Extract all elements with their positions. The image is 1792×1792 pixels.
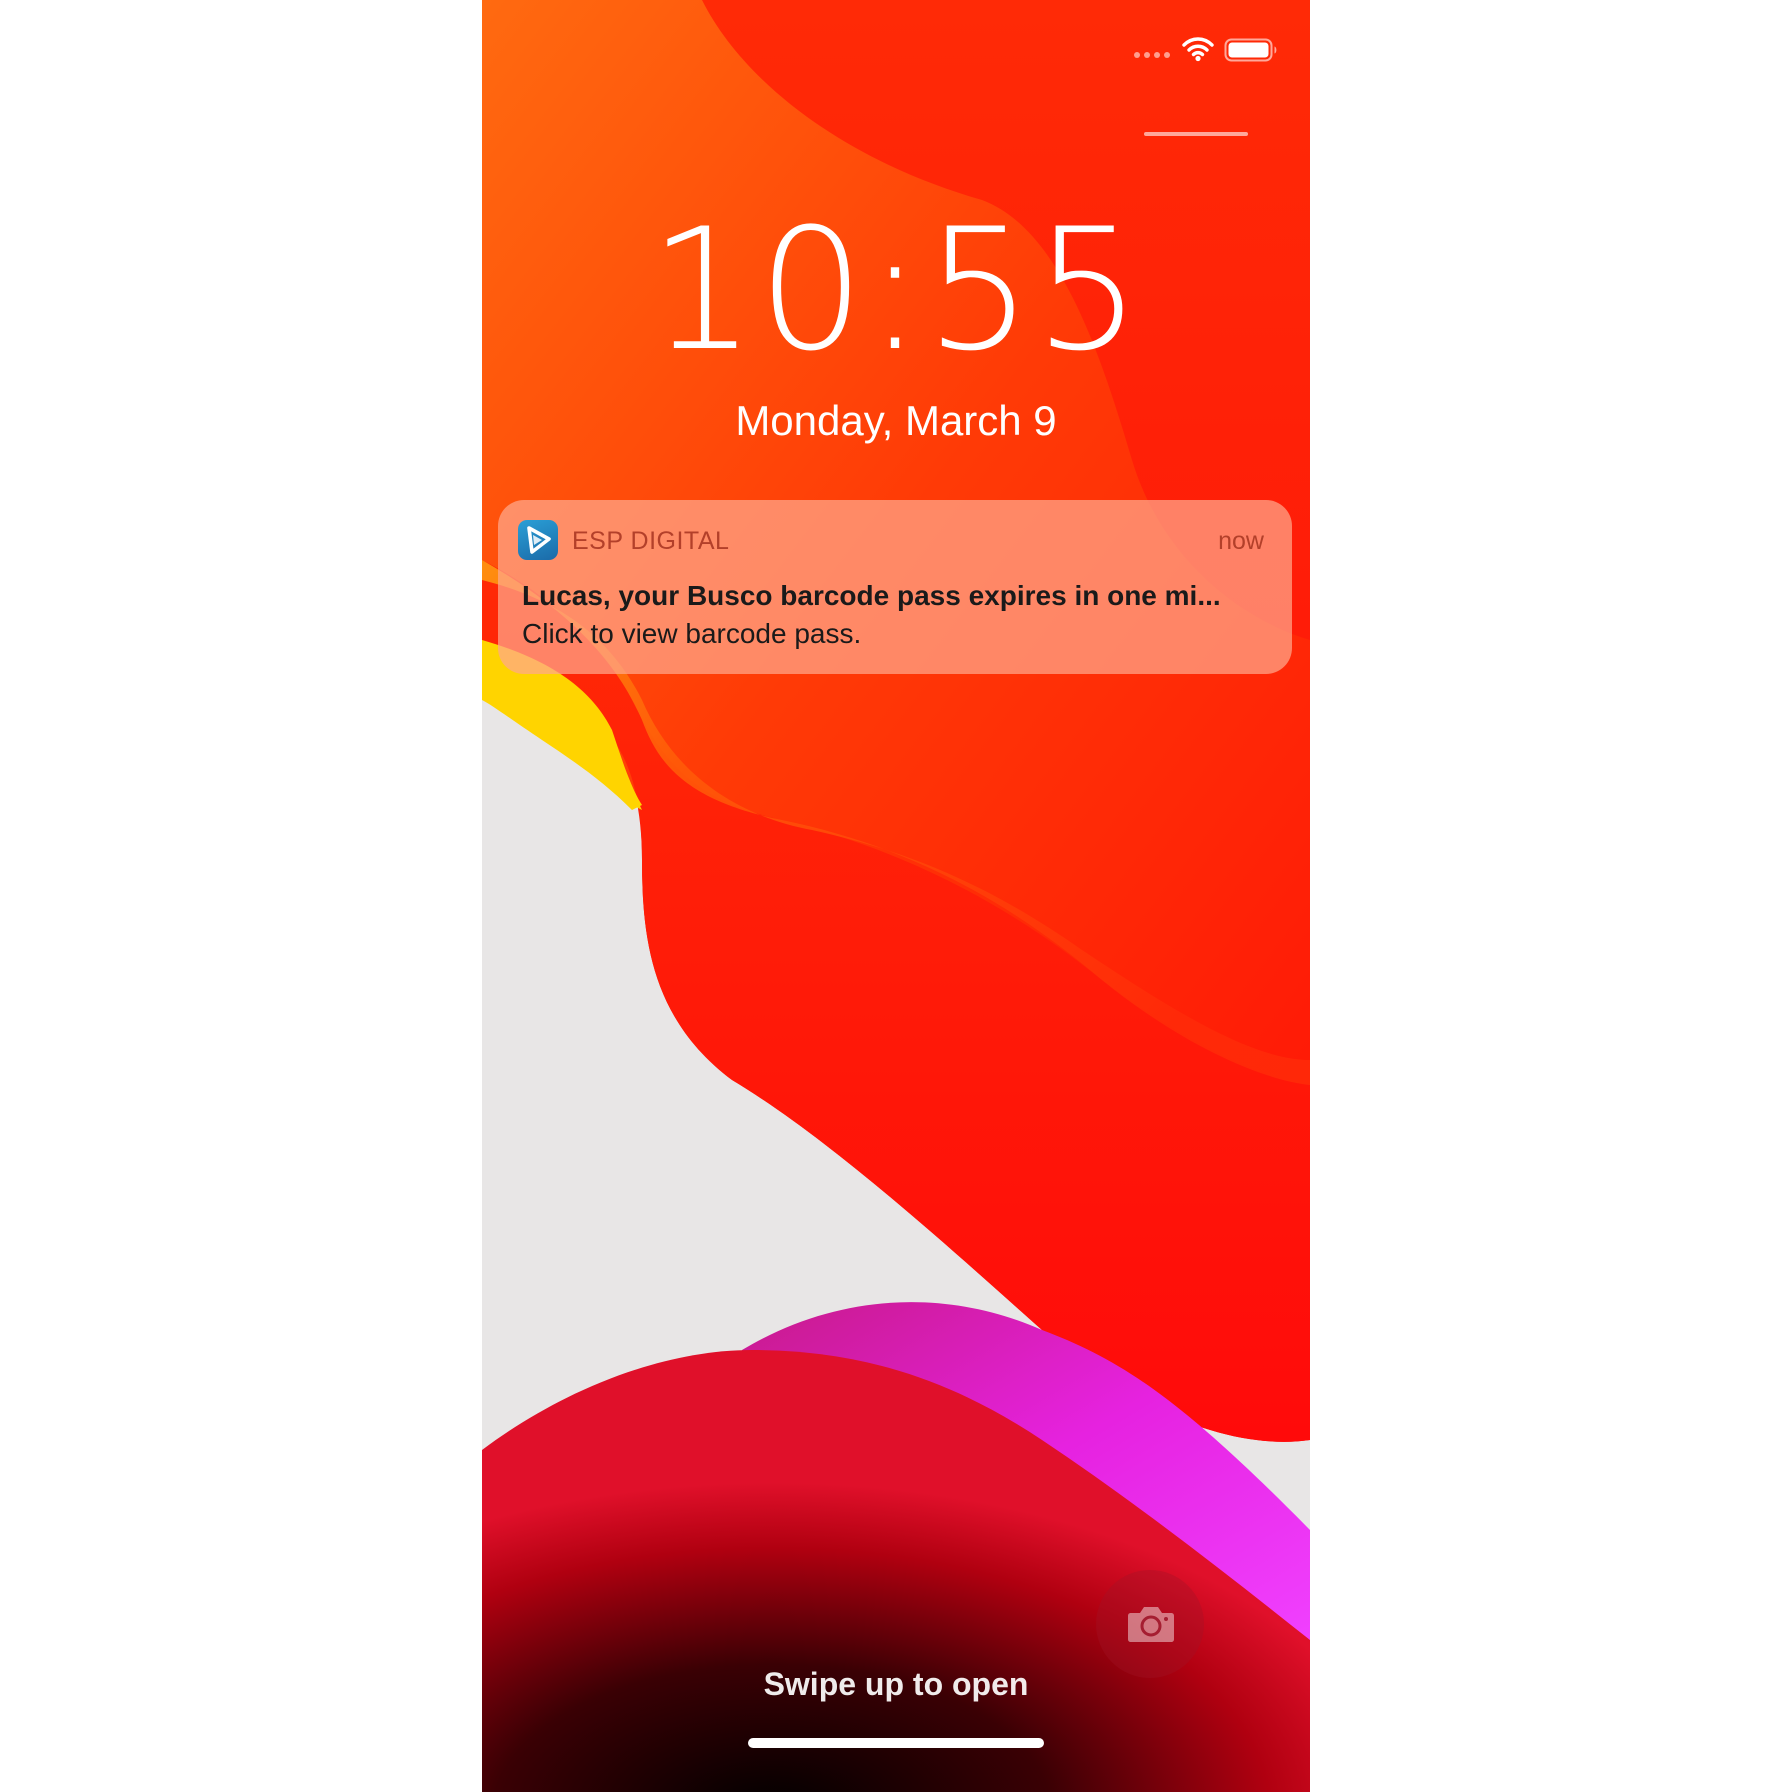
lock-screen-time: 10:55 xyxy=(648,192,1144,388)
lock-screen-date: Monday, March 9 xyxy=(735,397,1057,444)
lock-screen: 10:55 Monday, March 9 ESP DIGITAL now Lu… xyxy=(482,0,1310,1792)
camera-button[interactable] xyxy=(1096,1570,1204,1678)
home-indicator[interactable] xyxy=(748,1738,1044,1748)
swipe-up-label: Swipe up to open xyxy=(763,1666,1029,1702)
notification-body: Click to view barcode pass. xyxy=(522,618,862,649)
signal-dots-icon xyxy=(1134,52,1170,58)
esp-digital-app-icon xyxy=(518,520,558,560)
notification-title: Lucas, your Busco barcode pass expires i… xyxy=(522,580,1221,611)
wifi-icon xyxy=(1182,37,1214,62)
notification-app-name: ESP DIGITAL xyxy=(572,527,730,555)
battery-icon xyxy=(1224,38,1277,62)
camera-icon xyxy=(1128,1607,1174,1642)
control-center-grabber[interactable] xyxy=(1144,132,1248,136)
notification-time: now xyxy=(1218,527,1264,555)
status-bar xyxy=(482,0,1310,100)
